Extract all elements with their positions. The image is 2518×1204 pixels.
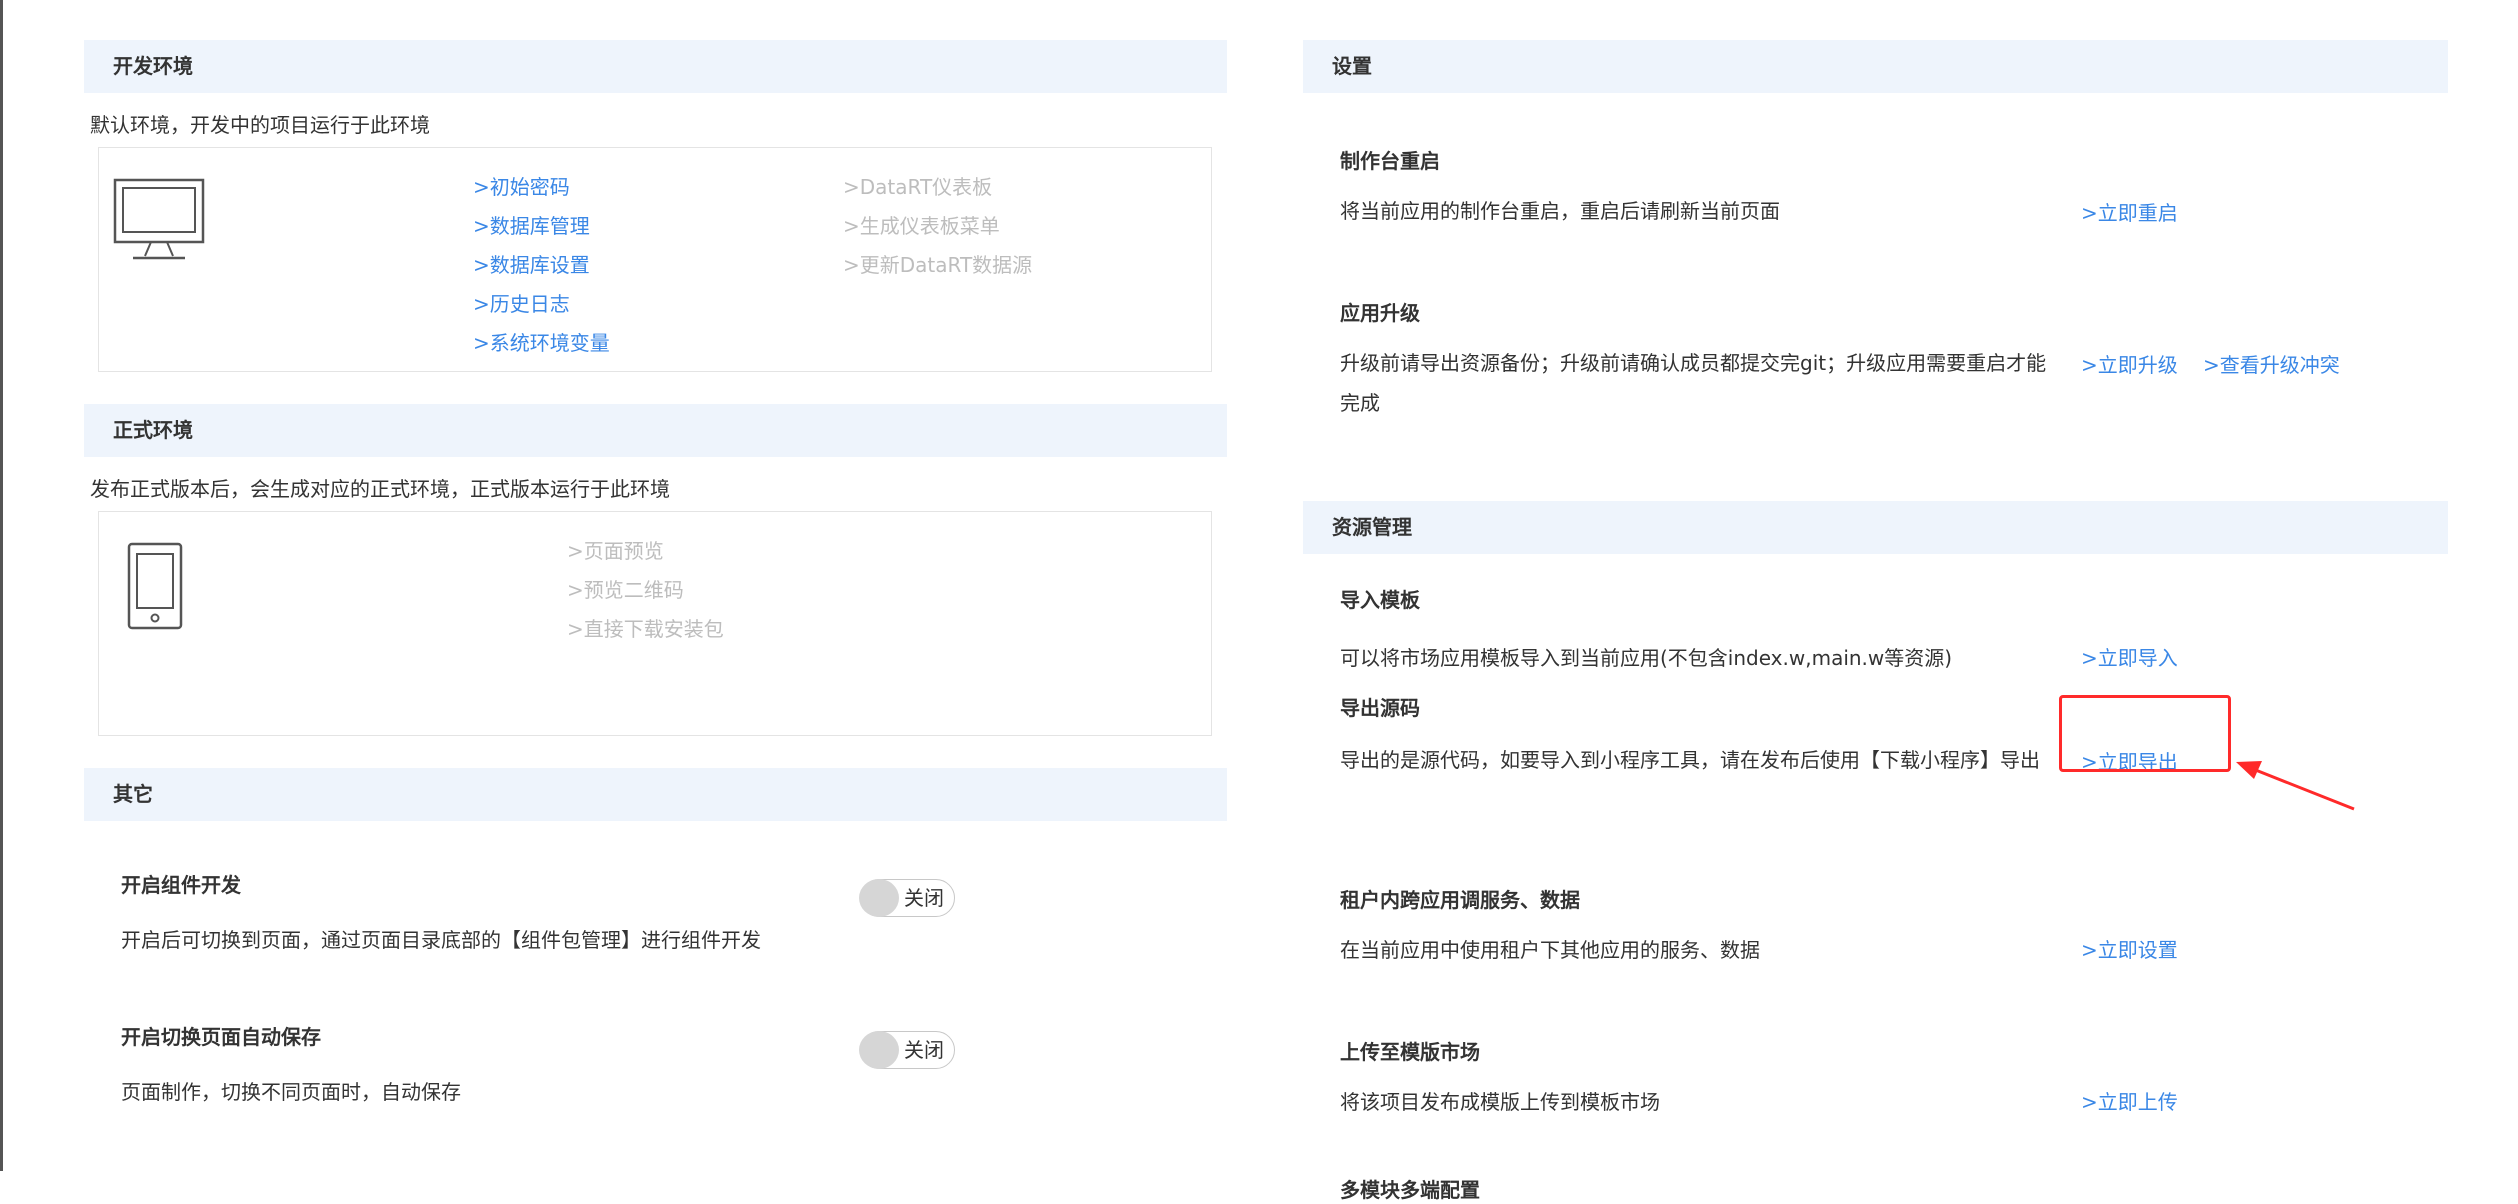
toggle-label: 关闭: [904, 886, 944, 910]
link-system-env-vars[interactable]: >系统环境变量: [473, 324, 610, 363]
toggle-knob: [859, 879, 899, 917]
set-now-link[interactable]: >立即设置: [2081, 934, 2178, 963]
restart-title: 制作台重启: [1340, 149, 1440, 173]
restart-desc: 将当前应用的制作台重启，重启后请刷新当前页面: [1340, 199, 1780, 223]
auto-save-desc: 页面制作，切换不同页面时，自动保存: [121, 1080, 461, 1104]
settings-header: 设置: [1303, 40, 2448, 93]
link-db-management[interactable]: >数据库管理: [473, 207, 610, 246]
resources-items: 导入模板 可以将市场应用模板导入到当前应用(不包含index.w,main.w等…: [1303, 554, 2448, 1204]
upload-market-title: 上传至模版市场: [1340, 1040, 1480, 1064]
link-preview-qrcode: >预览二维码: [567, 578, 684, 602]
link-update-datart-source: >更新DataRT数据源: [843, 253, 1033, 277]
prod-env-header: 正式环境: [84, 404, 1227, 457]
link-page-preview: >页面预览: [567, 539, 664, 563]
component-dev-toggle[interactable]: 关闭: [859, 879, 955, 917]
component-dev-title: 开启组件开发: [121, 873, 241, 897]
auto-save-toggle[interactable]: 关闭: [859, 1031, 955, 1069]
component-dev-desc: 开启后可切换到页面，通过页面目录底部的【组件包管理】进行组件开发: [121, 928, 761, 952]
cross-app-desc: 在当前应用中使用租户下其他应用的服务、数据: [1340, 938, 1760, 962]
resources-title: 资源管理: [1332, 515, 1412, 539]
import-now-link[interactable]: >立即导入: [2081, 642, 2178, 671]
upload-now-link[interactable]: >立即上传: [2081, 1086, 2178, 1115]
link-initial-password[interactable]: >初始密码: [473, 168, 610, 207]
export-source-desc: 导出的是源代码，如要导入到小程序工具，请在发布后使用【下载小程序】导出: [1340, 748, 2040, 772]
toggle-label: 关闭: [904, 1038, 944, 1062]
upgrade-title: 应用升级: [1340, 301, 1420, 325]
upload-market-desc: 将该项目发布成模版上传到模板市场: [1340, 1090, 1660, 1114]
import-template-title: 导入模板: [1340, 588, 1420, 612]
upgrade-now-link[interactable]: >立即升级: [2081, 349, 2178, 378]
upgrade-desc: 升级前请导出资源备份；升级前请确认成员都提交完git；升级应用需要重启才能完成: [1340, 351, 2047, 415]
component-dev-row: 开启组件开发 开启后可切换到页面，通过页面目录底部的【组件包管理】进行组件开发 …: [84, 821, 1227, 973]
link-history-log[interactable]: >历史日志: [473, 285, 610, 324]
prod-env-title: 正式环境: [113, 418, 193, 442]
monitor-icon: [113, 178, 205, 260]
link-generate-dashboard-menu: >生成仪表板菜单: [843, 214, 1000, 238]
settings-items: 制作台重启 将当前应用的制作台重启，重启后请刷新当前页面 >立即重启 应用升级 …: [1303, 93, 2448, 501]
auto-save-title: 开启切换页面自动保存: [121, 1025, 321, 1049]
multi-module-title: 多模块多端配置: [1340, 1178, 1480, 1202]
right-column: 设置 制作台重启 将当前应用的制作台重启，重启后请刷新当前页面 >立即重启 应用…: [1303, 40, 2448, 1204]
other-header: 其它: [84, 768, 1227, 821]
prod-env-description: 发布正式版本后，会生成对应的正式环境，正式版本运行于此环境: [90, 477, 670, 501]
view-upgrade-conflict-link[interactable]: >查看升级冲突: [2203, 349, 2340, 378]
link-download-package: >直接下载安装包: [567, 617, 724, 641]
prod-env-box: >页面预览 >预览二维码 >直接下载安装包: [98, 511, 1212, 736]
red-arrow-icon: [2236, 761, 2355, 811]
link-db-settings[interactable]: >数据库设置: [473, 246, 610, 285]
dev-env-box: >初始密码 >数据库管理 >数据库设置 >历史日志 >系统环境变量 >DataR…: [98, 147, 1212, 372]
dev-env-title: 开发环境: [113, 54, 193, 78]
resources-header: 资源管理: [1303, 501, 2448, 554]
other-title: 其它: [113, 782, 153, 806]
cross-app-title: 租户内跨应用调服务、数据: [1340, 888, 1580, 912]
dev-env-description: 默认环境，开发中的项目运行于此环境: [90, 113, 430, 137]
restart-now-link[interactable]: >立即重启: [2081, 197, 2178, 226]
window-border: [0, 0, 3, 1171]
import-template-desc: 可以将市场应用模板导入到当前应用(不包含index.w,main.w等资源): [1340, 646, 1953, 670]
export-highlight-box: [2059, 695, 2231, 772]
auto-save-row: 开启切换页面自动保存 页面制作，切换不同页面时，自动保存 关闭: [84, 973, 1227, 1125]
toggle-knob: [859, 1031, 899, 1069]
export-source-title: 导出源码: [1340, 696, 1420, 720]
left-column: 开发环境 默认环境，开发中的项目运行于此环境 >初始密码 >数据库管理 >数据库…: [84, 40, 1227, 1125]
phone-icon: [127, 542, 183, 630]
dev-env-header: 开发环境: [84, 40, 1227, 93]
settings-title: 设置: [1332, 54, 1372, 78]
link-datart-dashboard: >DataRT仪表板: [843, 175, 993, 199]
